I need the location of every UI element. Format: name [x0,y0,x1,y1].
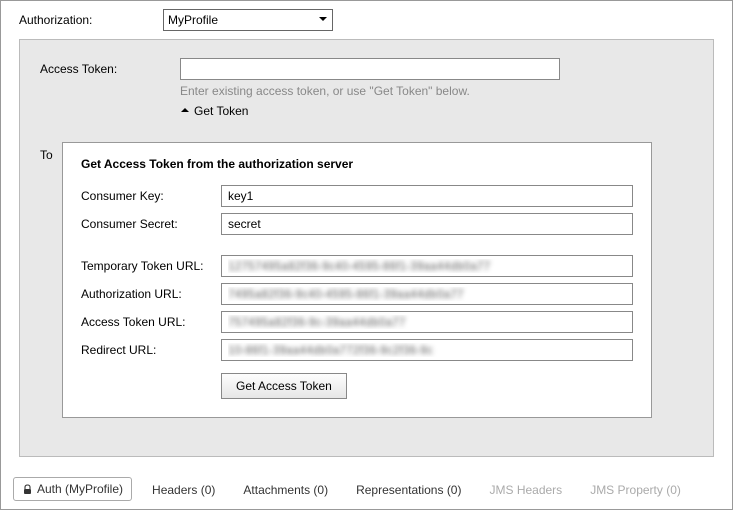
bottom-tabs: Auth (MyProfile) Headers (0) Attachments… [13,477,689,501]
authorization-label: Authorization: [19,13,139,27]
tab-jms-property: JMS Property (0) [582,479,689,501]
authorization-url-label: Authorization URL: [81,287,221,301]
access-token-hint: Enter existing access token, or use "Get… [180,84,693,98]
token-label-peek: To [40,148,53,162]
consumer-secret-input[interactable] [221,213,633,235]
access-token-label: Access Token: [40,62,180,76]
get-token-toggle[interactable]: Get Token [180,104,693,118]
get-token-toggle-label: Get Token [194,104,248,118]
access-token-input[interactable] [180,58,560,80]
chevron-up-icon [180,104,190,118]
redirect-url-input[interactable] [221,339,633,361]
access-token-url-input[interactable] [221,311,633,333]
consumer-key-label: Consumer Key: [81,189,221,203]
redirect-url-label: Redirect URL: [81,343,221,357]
tab-representations[interactable]: Representations (0) [348,479,469,501]
authorization-profile-select[interactable]: MyProfile [163,9,333,31]
tab-jms-headers: JMS Headers [481,479,570,501]
get-token-popup: Get Access Token from the authorization … [62,142,652,418]
tab-headers[interactable]: Headers (0) [144,479,223,501]
access-token-url-label: Access Token URL: [81,315,221,329]
popup-title: Get Access Token from the authorization … [81,157,633,171]
authorization-profile-select-input[interactable]: MyProfile [163,9,333,31]
get-access-token-button[interactable]: Get Access Token [221,373,347,399]
consumer-secret-label: Consumer Secret: [81,217,221,231]
tab-auth[interactable]: Auth (MyProfile) [13,477,132,501]
temp-token-url-label: Temporary Token URL: [81,259,221,273]
tab-auth-label: Auth (MyProfile) [37,482,123,496]
auth-panel: Access Token: Enter existing access toke… [19,39,714,457]
tab-attachments[interactable]: Attachments (0) [235,479,336,501]
temp-token-url-input[interactable] [221,255,633,277]
consumer-key-input[interactable] [221,185,633,207]
lock-icon [22,484,33,495]
authorization-url-input[interactable] [221,283,633,305]
